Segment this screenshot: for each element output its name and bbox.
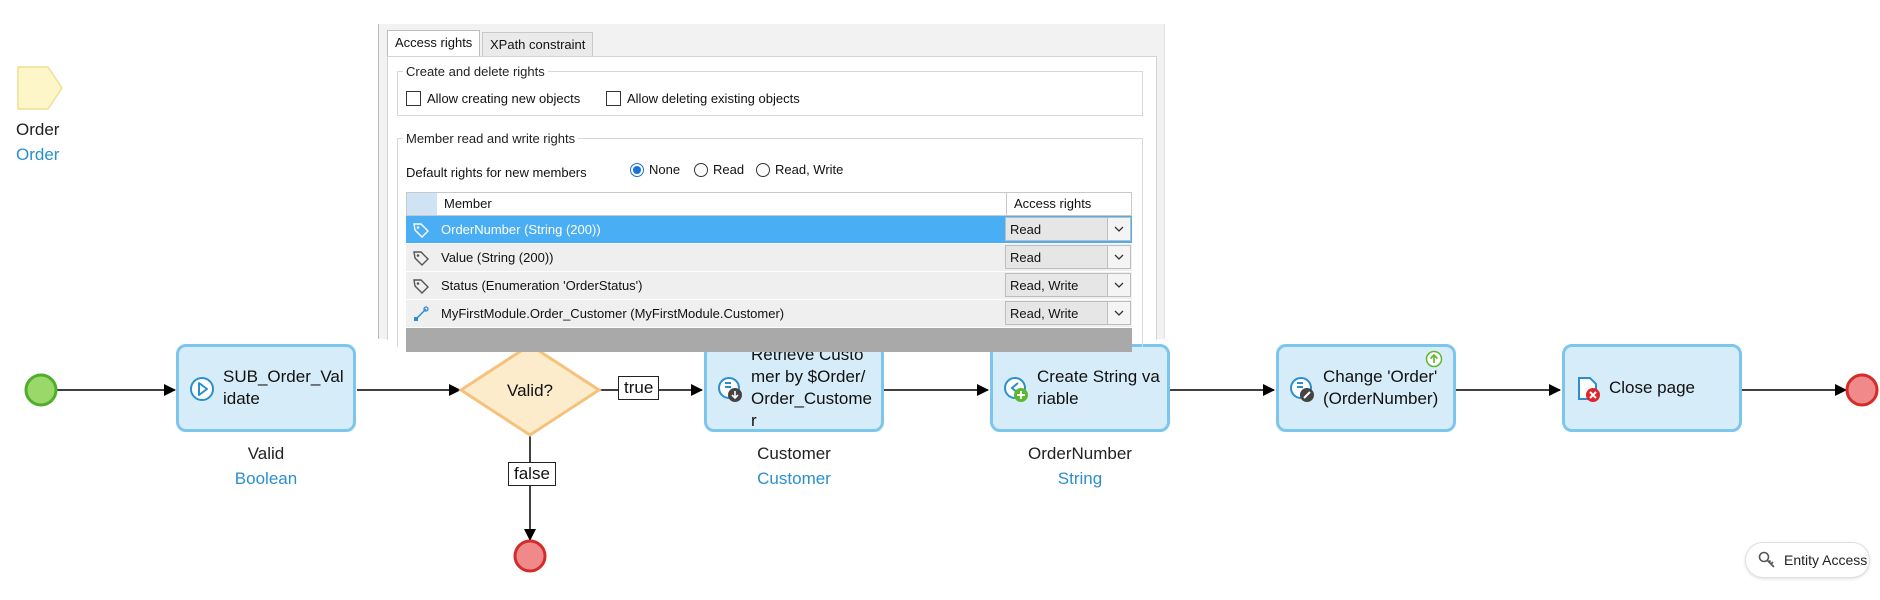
member-name: MyFirstModule.Order_Customer (MyFirstMod…	[441, 306, 785, 321]
activity-text: Retrieve Customer by $Order/Order_Custom…	[751, 345, 872, 430]
parameter-order[interactable]: Order Order	[16, 64, 106, 164]
member-name: Value (String (200))	[441, 250, 554, 265]
dropdown-toggle[interactable]	[1107, 246, 1130, 268]
grid-row-order-customer[interactable]: MyFirstModule.Order_Customer (MyFirstMod…	[406, 300, 1132, 328]
chevron-down-icon	[1114, 282, 1124, 288]
create-variable-icon	[1004, 377, 1028, 402]
grid-header-icon-cell	[407, 193, 437, 215]
access-rights-dropdown[interactable]: Read, Write	[1005, 301, 1131, 325]
activity-change-order[interactable]: Change 'Order' (OrderNumber)	[1276, 344, 1456, 432]
output-variable-name: Customer	[757, 444, 831, 463]
dropdown-toggle[interactable]	[1107, 274, 1130, 296]
radio-dot-selected[interactable]	[630, 162, 644, 177]
output-variable-type: String	[1057, 469, 1103, 488]
access-rights-panel: Create and delete rights Allow creating …	[387, 56, 1157, 352]
column-member[interactable]: Member	[444, 196, 492, 211]
grid-header: Member Access rights	[406, 192, 1132, 216]
tab-access-rights[interactable]: Access rights	[387, 30, 481, 57]
activity-create-string-variable[interactable]: Create String variable	[990, 344, 1170, 432]
column-access-rights[interactable]: Access rights	[1006, 193, 1134, 215]
checkbox-box[interactable]	[606, 91, 621, 106]
access-rights-dropdown[interactable]: Read	[1005, 245, 1131, 269]
association-icon	[414, 306, 429, 321]
radio-label: Read, Write	[775, 162, 844, 177]
parameter-icon	[17, 66, 63, 110]
allow-create-label: Allow creating new objects	[427, 91, 581, 106]
parameter-type: Order	[16, 145, 60, 164]
parameter-name: Order	[16, 120, 60, 139]
member-name: Status (Enumeration 'OrderStatus')	[441, 278, 643, 293]
create-delete-rights-group: Create and delete rights Allow creating …	[397, 64, 1143, 116]
radio-read-write[interactable]: Read, Write	[756, 162, 843, 177]
radio-read[interactable]: Read	[694, 162, 744, 177]
decision-true-label: true	[618, 376, 660, 400]
end-event[interactable]	[1845, 373, 1879, 407]
access-rights-value: Read, Write	[1010, 306, 1079, 321]
submicroflow-icon	[190, 377, 214, 401]
member-rights-grid: Member Access rights OrderNumber (String…	[406, 192, 1132, 352]
access-rights-value: Read	[1010, 250, 1042, 265]
close-page-icon	[1578, 377, 1600, 402]
chevron-down-icon	[1114, 254, 1124, 260]
grid-row-ordernumber[interactable]: OrderNumber (String (200)) Read	[406, 216, 1132, 244]
allow-create-checkbox[interactable]: Allow creating new objects	[406, 91, 580, 106]
grid-row-status[interactable]: Status (Enumeration 'OrderStatus') Read,…	[406, 272, 1132, 300]
entity-access-button[interactable]: Entity Access	[1745, 542, 1870, 578]
access-rights-dropdown[interactable]: Read	[1005, 217, 1131, 241]
output-variable-name: OrderNumber	[1028, 444, 1132, 463]
tag-icon	[413, 279, 429, 294]
key-icon	[1758, 551, 1775, 568]
dropdown-toggle[interactable]	[1107, 302, 1130, 324]
chevron-down-icon	[1114, 310, 1124, 316]
dropdown-toggle[interactable]	[1107, 218, 1130, 240]
output-variable-name: Valid	[247, 444, 285, 463]
retrieve-icon	[718, 377, 742, 402]
entity-access-popup: Access rights XPath constraint Create an…	[378, 24, 1165, 352]
activity-retrieve-customer[interactable]: Retrieve Customer by $Order/Order_Custom…	[704, 344, 884, 432]
member-rights-legend: Member read and write rights	[406, 131, 576, 146]
checkbox-box[interactable]	[406, 91, 421, 106]
access-rights-value: Read	[1010, 222, 1042, 237]
activity-text: Change 'Order' (OrderNumber)	[1323, 367, 1439, 408]
start-event[interactable]	[24, 373, 58, 407]
allow-delete-label: Allow deleting existing objects	[627, 91, 800, 106]
activity-text: SUB_Order_Validate	[223, 367, 344, 408]
change-object-icon	[1290, 377, 1314, 402]
grid-row-value[interactable]: Value (String (200)) Read	[406, 244, 1132, 272]
activity-text: Create String variable	[1037, 367, 1160, 408]
activity-sub-order-validate[interactable]: SUB_Order_Validate	[176, 344, 356, 432]
chevron-down-icon	[1114, 226, 1124, 232]
grid-empty-area	[406, 328, 1132, 352]
member-name: OrderNumber (String (200))	[441, 222, 601, 237]
radio-dot[interactable]	[756, 162, 770, 177]
radio-none[interactable]: None	[630, 162, 680, 177]
end-event-false[interactable]	[513, 539, 547, 573]
tab-xpath-constraint[interactable]: XPath constraint	[482, 32, 594, 56]
output-variable-type: Boolean	[234, 469, 298, 488]
entity-access-label: Entity Access	[1784, 552, 1868, 568]
create-delete-legend: Create and delete rights	[406, 64, 545, 79]
member-rights-group: Member read and write rights Default rig…	[397, 131, 1143, 352]
default-rights-label: Default rights for new members	[406, 165, 587, 180]
activity-close-page[interactable]: Close page	[1562, 344, 1742, 432]
tag-icon	[413, 223, 429, 238]
radio-dot[interactable]	[694, 162, 708, 177]
activity-text: Close page	[1609, 378, 1696, 397]
decision-text: Valid?	[507, 381, 553, 400]
allow-delete-checkbox[interactable]: Allow deleting existing objects	[606, 91, 800, 106]
access-rights-value: Read, Write	[1010, 278, 1079, 293]
decision-false-label: false	[508, 462, 556, 486]
access-rights-dropdown[interactable]: Read, Write	[1005, 273, 1131, 297]
output-variable-type: Customer	[757, 469, 831, 488]
radio-label: Read	[713, 162, 745, 177]
radio-label: None	[649, 162, 681, 177]
tag-icon	[413, 251, 429, 266]
